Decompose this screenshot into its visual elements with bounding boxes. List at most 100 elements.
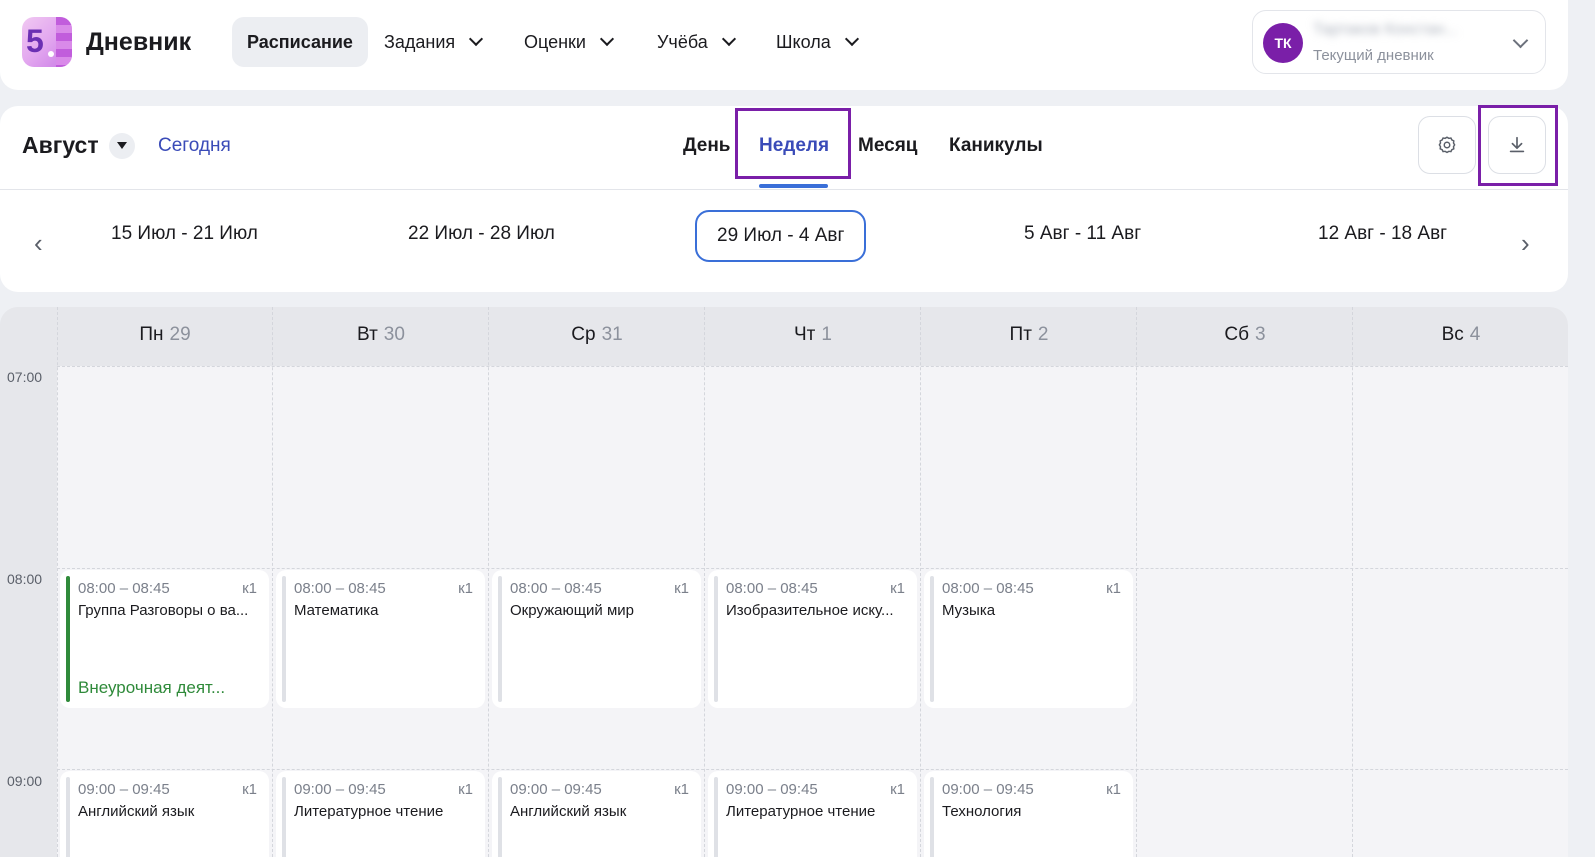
- time-label: 07:00: [7, 369, 43, 385]
- lesson-color-bar: [66, 576, 70, 702]
- logo-digit: 5: [26, 23, 44, 59]
- lesson-room: к1: [242, 781, 257, 798]
- column-divider: [488, 307, 489, 857]
- lesson-card[interactable]: 09:00 – 09:45 к1 Английский язык: [492, 771, 701, 857]
- brand-name[interactable]: Дневник: [86, 28, 191, 57]
- week-option[interactable]: 5 Авг - 11 Авг: [1024, 223, 1141, 245]
- profile-switcher[interactable]: ТК Тартаков Констан... Текущий дневник: [1252, 10, 1546, 74]
- nav-grades[interactable]: Оценки: [524, 17, 615, 67]
- week-option[interactable]: 12 Авг - 18 Авг: [1318, 223, 1447, 245]
- next-week-arrow[interactable]: ›: [1521, 228, 1530, 259]
- week-option[interactable]: 22 Июл - 28 Июл: [408, 223, 555, 245]
- time-label: 09:00: [7, 773, 43, 789]
- lesson-card[interactable]: 08:00 – 08:45 к1 Изобразительное иску...: [708, 570, 917, 708]
- lesson-room: к1: [1106, 580, 1121, 597]
- lesson-time: 08:00 – 08:45: [510, 580, 602, 597]
- hour-line: [57, 568, 1568, 569]
- lesson-card[interactable]: 08:00 – 08:45 к1 Группа Разговоры о ва..…: [60, 570, 269, 708]
- lesson-time: 08:00 – 08:45: [294, 580, 386, 597]
- lesson-subject: Музыка: [942, 602, 996, 619]
- lesson-card[interactable]: 09:00 – 09:45 к1 Английский язык: [60, 771, 269, 857]
- day-header-fri: Пт 2: [1009, 324, 1049, 345]
- lesson-card[interactable]: 08:00 – 08:45 к1 Музыка: [924, 570, 1133, 708]
- lesson-color-bar: [498, 576, 502, 702]
- lesson-card[interactable]: 09:00 – 09:45 к1 Литературное чтение: [276, 771, 485, 857]
- lesson-time: 08:00 – 08:45: [726, 580, 818, 597]
- lesson-room: к1: [458, 781, 473, 798]
- app-logo[interactable]: 5: [22, 17, 72, 67]
- time-label: 08:00: [7, 571, 43, 587]
- lesson-subject: Изобразительное иску...: [726, 602, 894, 619]
- lesson-subject: Группа Разговоры о ва...: [78, 602, 249, 619]
- chevron-down-icon: [599, 31, 615, 47]
- chevron-down-icon: [844, 31, 859, 47]
- settings-button[interactable]: [1418, 116, 1476, 174]
- lesson-color-bar: [930, 777, 934, 857]
- column-divider: [1136, 307, 1137, 857]
- lesson-subject: Окружающий мир: [510, 602, 634, 619]
- tab-day[interactable]: День: [683, 135, 731, 157]
- day-header-tue: Вт 30: [357, 324, 405, 345]
- tab-holidays[interactable]: Каникулы: [949, 135, 1043, 157]
- day-header-sun: Вс 4: [1441, 324, 1481, 345]
- lesson-color-bar: [930, 576, 934, 702]
- calendar-controls: Август Сегодня День Неделя Месяц Каникул…: [0, 105, 1568, 292]
- nav-grades-label: Оценки: [524, 31, 586, 52]
- nav-schedule[interactable]: Расписание: [232, 17, 368, 67]
- lesson-color-bar: [714, 777, 718, 857]
- nav-school[interactable]: Школа: [776, 17, 859, 67]
- lesson-subject: Литературное чтение: [294, 803, 444, 820]
- nav-school-label: Школа: [776, 31, 831, 52]
- caret-down-icon[interactable]: [108, 132, 135, 159]
- lesson-room: к1: [458, 580, 473, 597]
- hour-line: [57, 366, 1568, 367]
- lesson-room: к1: [890, 781, 905, 798]
- lesson-subject: Технология: [942, 803, 1022, 820]
- profile-subtitle: Текущий дневник: [1313, 47, 1434, 64]
- prev-week-arrow[interactable]: ‹: [34, 228, 43, 259]
- month-label: Август: [22, 132, 99, 158]
- chevron-down-icon: [469, 31, 484, 47]
- lesson-type: Внеурочная деят...: [78, 678, 226, 697]
- lesson-subject: Математика: [294, 602, 379, 619]
- lesson-time: 09:00 – 09:45: [942, 781, 1034, 798]
- lesson-color-bar: [498, 777, 502, 857]
- lesson-card[interactable]: 09:00 – 09:45 к1 Литературное чтение: [708, 771, 917, 857]
- top-navigation-bar: 5 Дневник Расписание Задания Оценки Учёб…: [0, 0, 1568, 90]
- lesson-card[interactable]: 09:00 – 09:45 к1 Технология: [924, 771, 1133, 857]
- lesson-color-bar: [66, 777, 70, 857]
- lesson-time: 08:00 – 08:45: [78, 580, 170, 597]
- lesson-room: к1: [890, 580, 905, 597]
- lesson-card[interactable]: 08:00 – 08:45 к1 Математика: [276, 570, 485, 708]
- day-header-thu: Чт 1: [794, 324, 832, 345]
- tab-month[interactable]: Месяц: [858, 135, 917, 157]
- nav-study[interactable]: Учёба: [657, 17, 736, 67]
- lesson-time: 09:00 – 09:45: [78, 781, 170, 798]
- lesson-color-bar: [282, 576, 286, 702]
- week-option[interactable]: 15 Июл - 21 Июл: [111, 223, 258, 245]
- week-option-current[interactable]: 29 Июл - 4 Авг: [695, 210, 867, 262]
- day-header-mon: Пн 29: [139, 324, 191, 345]
- nav-tasks[interactable]: Задания: [384, 17, 484, 67]
- profile-name: Тартаков Констан...: [1313, 21, 1458, 38]
- today-link[interactable]: Сегодня: [158, 135, 231, 157]
- lesson-room: к1: [674, 580, 689, 597]
- divider: [0, 189, 1568, 190]
- chevron-down-icon: [721, 31, 736, 47]
- lesson-card[interactable]: 08:00 – 08:45 к1 Окружающий мир: [492, 570, 701, 708]
- lesson-subject: Английский язык: [510, 803, 627, 820]
- month-selector[interactable]: Август: [22, 132, 135, 159]
- avatar: ТК: [1263, 23, 1303, 63]
- lesson-time: 08:00 – 08:45: [942, 580, 1034, 597]
- lesson-time: 09:00 – 09:45: [726, 781, 818, 798]
- week-schedule-grid: Пн 29 Вт 30 Ср 31 Чт 1 Пт 2 Сб 3 Вс 4 07:00 08:…: [0, 307, 1568, 857]
- lesson-room: к1: [242, 580, 257, 597]
- active-tab-indicator: [759, 184, 828, 188]
- logo-dot: [48, 51, 54, 57]
- lesson-color-bar: [282, 777, 286, 857]
- column-divider: [920, 307, 921, 857]
- nav-study-label: Учёба: [657, 31, 708, 52]
- column-divider: [272, 307, 273, 857]
- column-divider: [704, 307, 705, 857]
- gear-icon: [1438, 136, 1456, 154]
